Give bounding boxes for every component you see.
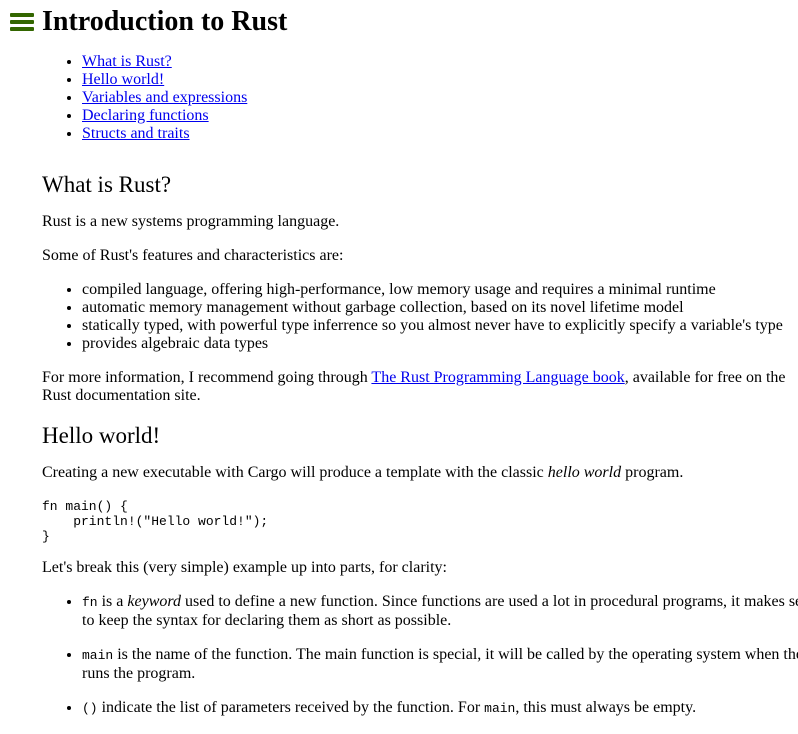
text-span: is the name of the function. The main fu… (82, 646, 798, 682)
code-block-hello-world: fn main() { println!("Hello world!"); } (42, 499, 269, 544)
text-span: program. (621, 464, 684, 481)
toc-item: Declaring functions (82, 107, 247, 125)
list-item: () indicate the list of parameters recei… (82, 699, 798, 718)
toc-link-variables[interactable]: Variables and expressions (82, 89, 247, 106)
emphasis-text: keyword (127, 593, 181, 610)
hamburger-menu-icon[interactable] (10, 13, 34, 31)
section-heading-hello-world: Hello world! (42, 423, 161, 448)
paragraph-more-info: For more information, I recommend going … (42, 369, 794, 405)
toc-link-hello-world[interactable]: Hello world! (82, 71, 164, 88)
inline-code: main (82, 648, 114, 663)
list-item: compiled language, offering high-perform… (82, 281, 798, 299)
toc-link-functions[interactable]: Declaring functions (82, 107, 209, 124)
rust-book-link[interactable]: The Rust Programming Language book (371, 369, 624, 386)
toc-item: What is Rust? (82, 53, 247, 71)
inline-code: main (484, 701, 516, 716)
features-list: compiled language, offering high-perform… (42, 281, 798, 353)
paragraph-breakdown-intro: Let's break this (very simple) example u… (42, 559, 447, 576)
toc-link-structs-traits[interactable]: Structs and traits (82, 125, 190, 142)
text-span: , this must always be empty. (515, 699, 697, 716)
paragraph-hello-intro: Creating a new executable with Cargo wil… (42, 464, 794, 482)
paragraph-rust-intro: Rust is a new systems programming langua… (42, 213, 340, 230)
page-title: Introduction to Rust (42, 6, 288, 37)
toc-link-what-is-rust[interactable]: What is Rust? (82, 53, 172, 70)
toc-item: Variables and expressions (82, 89, 247, 107)
page-header: Introduction to Rust (10, 6, 287, 38)
toc-item: Structs and traits (82, 125, 247, 143)
breakdown-list: fn is a keyword used to define a new fun… (42, 593, 798, 734)
emphasis-text: hello world (547, 464, 622, 481)
menu-bar (10, 27, 34, 31)
text-span: Creating a new executable with Cargo wil… (42, 464, 548, 481)
menu-bar (10, 20, 34, 24)
list-item: main is the name of the function. The ma… (82, 646, 798, 683)
inline-code: () (82, 701, 98, 716)
section-heading-what-is-rust: What is Rust? (42, 172, 172, 197)
text-span: used to define a new function. Since fun… (82, 593, 798, 629)
list-item: provides algebraic data types (82, 335, 798, 353)
text-span: indicate the list of parameters received… (97, 699, 485, 716)
list-item: fn is a keyword used to define a new fun… (82, 593, 798, 630)
table-of-contents: What is Rust? Hello world! Variables and… (42, 53, 247, 143)
paragraph-features-intro: Some of Rust's features and characterist… (42, 247, 344, 264)
text-span: is a (97, 593, 128, 610)
toc-item: Hello world! (82, 71, 247, 89)
menu-bar (10, 13, 34, 17)
inline-code: fn (82, 595, 98, 610)
list-item: statically typed, with powerful type inf… (82, 317, 798, 335)
text-span: For more information, I recommend going … (42, 369, 372, 386)
list-item: automatic memory management without garb… (82, 299, 798, 317)
